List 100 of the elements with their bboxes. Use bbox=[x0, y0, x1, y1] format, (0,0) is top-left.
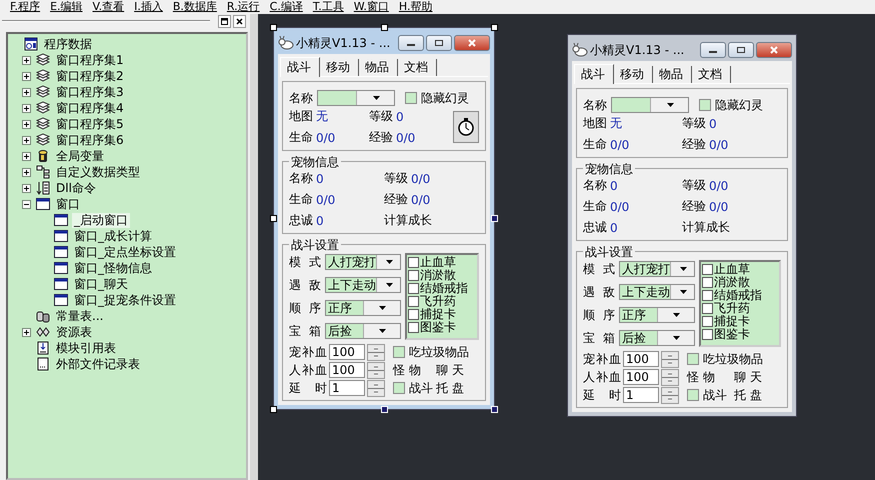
checkbox[interactable] bbox=[699, 99, 711, 111]
maximize-button[interactable] bbox=[426, 35, 452, 51]
tree-item[interactable]: 窗口程序集1 bbox=[54, 52, 126, 68]
maximize-button[interactable] bbox=[728, 42, 754, 58]
tree-item[interactable]: 窗口程序集6 bbox=[54, 132, 126, 148]
resize-handle[interactable] bbox=[491, 24, 498, 31]
menu-item[interactable]: T.工具 bbox=[312, 1, 344, 13]
menu-item[interactable]: F.程序 bbox=[10, 1, 40, 13]
resize-handle[interactable] bbox=[270, 215, 277, 222]
expand-icon[interactable] bbox=[22, 56, 31, 64]
checkbox[interactable] bbox=[702, 316, 713, 327]
number-field[interactable]: 100 bbox=[329, 362, 365, 378]
close-button[interactable] bbox=[756, 42, 792, 58]
expand-icon[interactable] bbox=[22, 136, 31, 144]
minimize-button[interactable] bbox=[398, 35, 424, 51]
spinner-arrows-icon[interactable] bbox=[661, 368, 679, 386]
expand-icon[interactable] bbox=[22, 152, 31, 160]
dropdown[interactable]: 正序 bbox=[325, 300, 401, 316]
checkbox[interactable] bbox=[393, 346, 405, 358]
checkbox[interactable] bbox=[702, 290, 713, 301]
resize-handle[interactable] bbox=[380, 24, 388, 31]
menu-item[interactable]: C.编译 bbox=[270, 1, 303, 13]
expand-icon[interactable] bbox=[22, 88, 31, 96]
menu-item[interactable]: W.窗口 bbox=[354, 1, 389, 13]
dropdown[interactable]: 上下走动 bbox=[619, 284, 695, 300]
tree-item[interactable]: 外部文件记录表 bbox=[54, 356, 142, 372]
tree-item[interactable]: 窗口_定点坐标设置 bbox=[72, 244, 178, 260]
tree-item[interactable]: 窗口程序集3 bbox=[54, 84, 126, 100]
menu-item[interactable]: B.数据库 bbox=[172, 1, 217, 13]
minimize-button[interactable] bbox=[700, 42, 726, 58]
tree-item[interactable]: 资源表 bbox=[54, 324, 94, 340]
dropdown[interactable]: 后捡 bbox=[325, 323, 401, 339]
tree-item[interactable]: 程序数据 bbox=[42, 36, 94, 52]
dropdown[interactable]: 正序 bbox=[619, 307, 695, 323]
tree-item[interactable]: 自定义数据类型 bbox=[54, 164, 142, 180]
checkbox[interactable] bbox=[702, 329, 713, 340]
menu-item[interactable]: I.插入 bbox=[134, 1, 163, 13]
checkbox[interactable] bbox=[408, 257, 419, 268]
resize-handle[interactable] bbox=[270, 406, 277, 413]
menu-item[interactable]: E.编辑 bbox=[50, 1, 83, 13]
tab[interactable]: 文档 bbox=[692, 66, 731, 83]
tab[interactable]: 移动 bbox=[614, 66, 653, 83]
restore-icon[interactable] bbox=[218, 14, 231, 28]
tree-item[interactable]: 窗口程序集4 bbox=[54, 100, 126, 116]
dropdown[interactable]: 上下走动 bbox=[325, 277, 401, 293]
menu-item[interactable]: V.查看 bbox=[92, 1, 124, 13]
checkbox[interactable] bbox=[687, 353, 699, 365]
number-field[interactable]: 1 bbox=[329, 380, 365, 396]
menu-item[interactable]: H.帮助 bbox=[398, 1, 432, 13]
expand-icon[interactable] bbox=[22, 120, 31, 128]
checkbox[interactable] bbox=[408, 322, 419, 333]
spinner-arrows-icon[interactable] bbox=[367, 362, 385, 378]
number-field[interactable]: 100 bbox=[623, 369, 659, 385]
dropdown[interactable]: 人打宠打 bbox=[325, 254, 401, 270]
tree-item[interactable]: 窗口_聊天 bbox=[72, 276, 130, 292]
checkbox[interactable] bbox=[408, 296, 419, 307]
expand-icon[interactable] bbox=[22, 168, 31, 176]
number-field[interactable]: 1 bbox=[623, 387, 659, 403]
close-icon[interactable] bbox=[233, 14, 246, 28]
checkbox[interactable] bbox=[408, 309, 419, 320]
expand-icon[interactable] bbox=[22, 104, 31, 112]
menu-item[interactable]: R.运行 bbox=[226, 1, 260, 13]
collapse-icon[interactable] bbox=[22, 200, 31, 208]
tree-item[interactable]: 模块引用表 bbox=[54, 340, 118, 356]
tree-item[interactable]: 窗口_成长计算 bbox=[72, 228, 154, 244]
resize-handle[interactable] bbox=[270, 24, 277, 31]
checkbox[interactable] bbox=[393, 382, 405, 394]
number-field[interactable]: 100 bbox=[329, 344, 365, 360]
expand-icon[interactable] bbox=[22, 184, 31, 192]
checkbox[interactable] bbox=[702, 303, 713, 314]
dropdown[interactable]: 人打宠打 bbox=[619, 261, 695, 277]
tree-item[interactable]: _启动窗口 bbox=[72, 212, 130, 228]
tree-item[interactable]: 窗口 bbox=[54, 196, 82, 212]
stopwatch-icon[interactable] bbox=[453, 111, 479, 143]
checkbox[interactable] bbox=[702, 264, 713, 275]
tree-item[interactable]: 常量表... bbox=[54, 308, 106, 324]
tree-item[interactable]: 全局变量 bbox=[54, 148, 106, 164]
tab[interactable]: 物品 bbox=[653, 66, 692, 83]
tab[interactable]: 物品 bbox=[359, 59, 398, 76]
expand-icon[interactable] bbox=[22, 328, 31, 336]
tab[interactable]: 文档 bbox=[398, 59, 437, 76]
tree-item[interactable]: Dll命令 bbox=[54, 180, 98, 196]
tab[interactable]: 移动 bbox=[320, 59, 359, 76]
spinner-arrows-icon[interactable] bbox=[367, 380, 385, 396]
checkbox[interactable] bbox=[405, 92, 417, 104]
spinner-arrows-icon[interactable] bbox=[661, 350, 679, 368]
spinner-arrows-icon[interactable] bbox=[367, 344, 385, 360]
checkbox[interactable] bbox=[408, 283, 419, 294]
tab[interactable]: 战斗 bbox=[574, 64, 614, 84]
tree-item[interactable]: 窗口程序集5 bbox=[54, 116, 126, 132]
checkbox[interactable] bbox=[702, 277, 713, 288]
checkbox[interactable] bbox=[687, 389, 699, 401]
number-field[interactable]: 100 bbox=[623, 351, 659, 367]
close-button[interactable] bbox=[454, 35, 490, 51]
dropdown[interactable]: 后捡 bbox=[619, 330, 695, 346]
checkbox[interactable] bbox=[408, 270, 419, 281]
tree-item[interactable]: 窗口_捉宠条件设置 bbox=[72, 292, 178, 308]
expand-icon[interactable] bbox=[22, 72, 31, 80]
tree-item[interactable]: 窗口_怪物信息 bbox=[72, 260, 154, 276]
spinner-arrows-icon[interactable] bbox=[661, 386, 679, 404]
